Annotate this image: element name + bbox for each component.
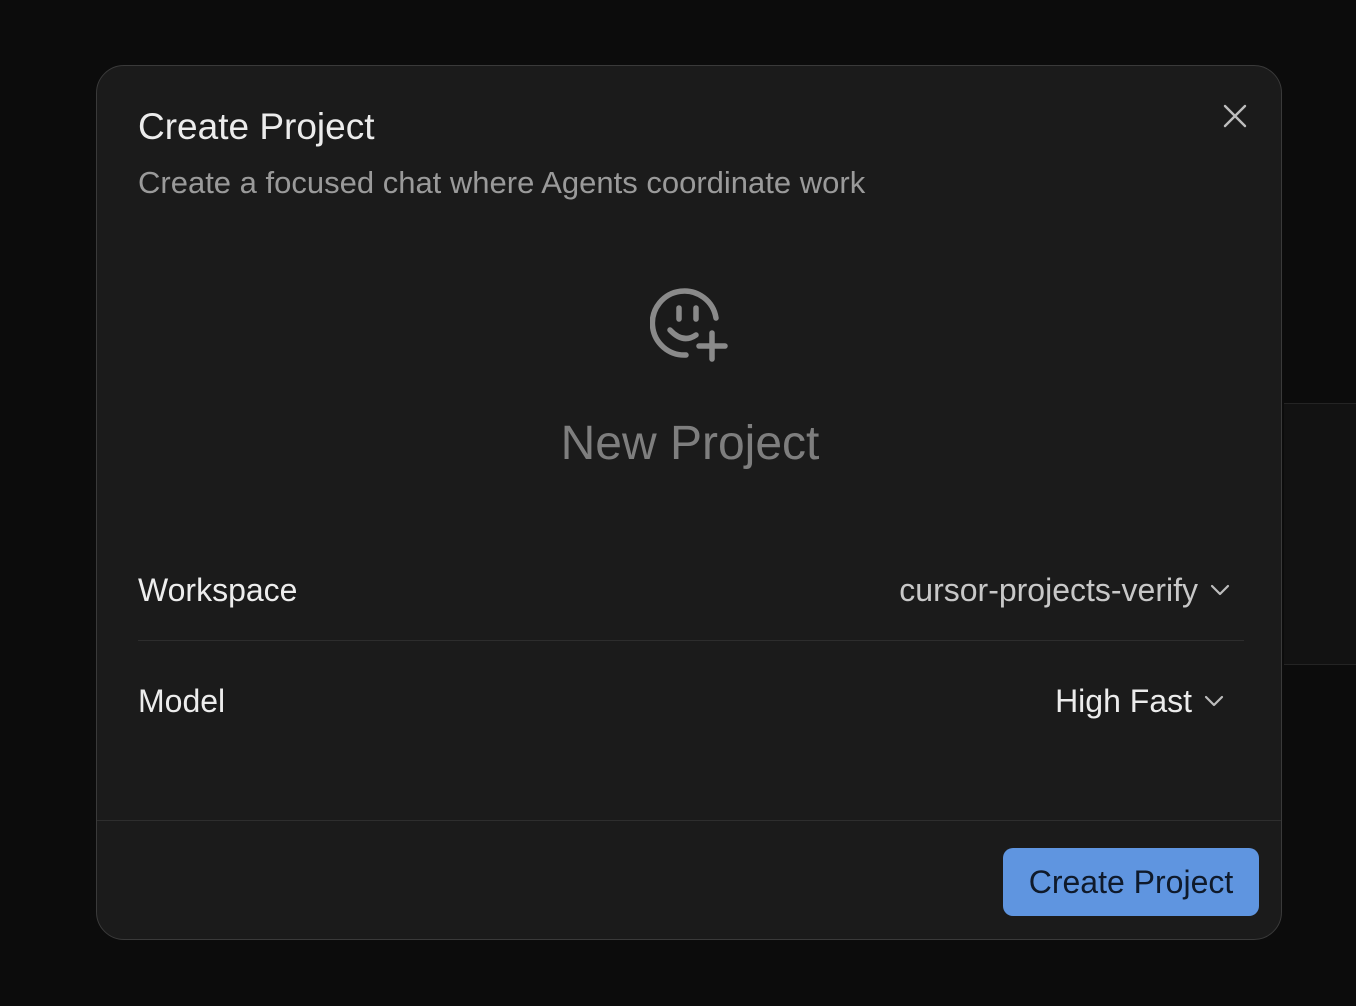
close-button[interactable]	[1215, 96, 1255, 136]
workspace-label: Workspace	[138, 571, 298, 608]
footer-divider	[97, 820, 1281, 821]
model-value: High Fast	[1055, 682, 1192, 719]
model-row: Model High Fast	[138, 661, 1244, 741]
workspace-select[interactable]: cursor-projects-verify	[899, 572, 1244, 609]
dialog-title: Create Project	[138, 106, 375, 147]
chevron-down-icon	[1210, 584, 1230, 596]
workspace-value: cursor-projects-verify	[899, 571, 1198, 608]
project-name-placeholder[interactable]: New Project	[97, 416, 1281, 471]
workspace-row: Workspace cursor-projects-verify	[138, 540, 1244, 641]
dialog-subtitle: Create a focused chat where Agents coord…	[138, 165, 866, 200]
model-select[interactable]: High Fast	[1055, 683, 1244, 720]
background-panel	[1284, 403, 1356, 665]
smiley-plus-icon	[650, 288, 728, 362]
create-project-button[interactable]: Create Project	[1003, 848, 1259, 916]
create-project-dialog: Create Project Create a focused chat whe…	[96, 65, 1282, 940]
model-label: Model	[138, 682, 226, 719]
chevron-down-icon	[1204, 695, 1224, 707]
close-icon	[1223, 104, 1247, 128]
